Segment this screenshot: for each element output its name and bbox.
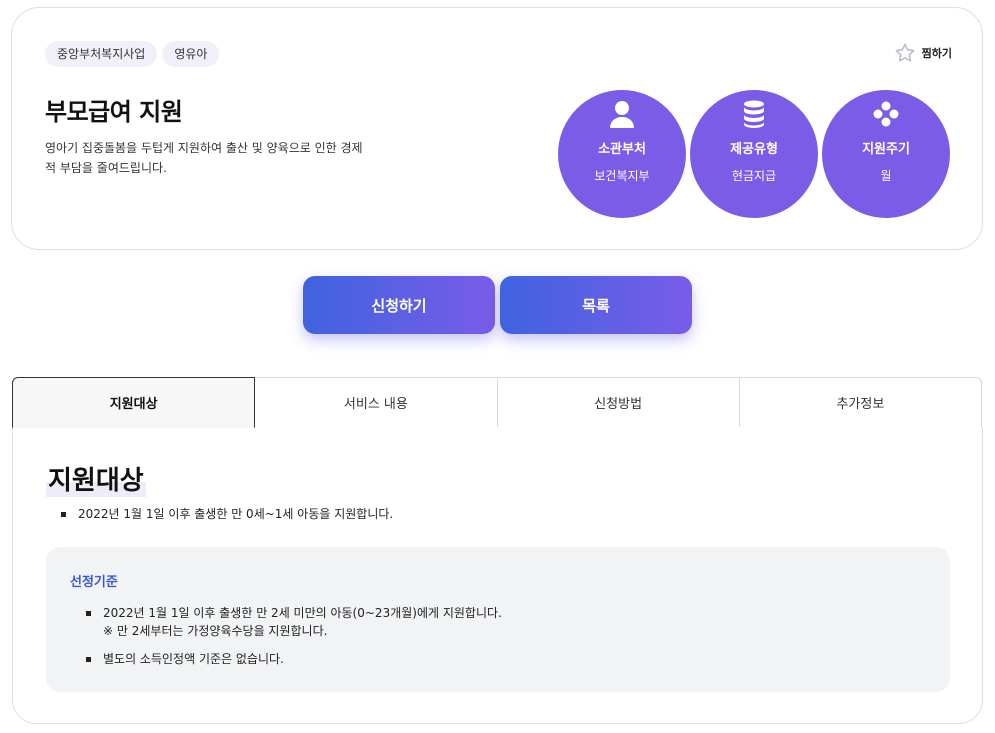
page-title: 부모급여 지원 [45, 98, 183, 126]
support-type-label: 제공유형 [730, 142, 778, 157]
section-title: 지원대상 [46, 460, 146, 497]
apply-button[interactable]: 신청하기 [303, 276, 495, 334]
info-circles: 소관부처 보건복지부 제공유형 현금지급 지원주기 월 [558, 90, 950, 218]
detail-tabs: 지원대상 서비스 내용 신청방법 추가정보 [12, 377, 982, 428]
list-button[interactable]: 목록 [500, 276, 692, 334]
action-buttons: 신청하기 목록 [303, 276, 692, 334]
ministry-value: 보건복지부 [594, 169, 650, 183]
person-icon [608, 100, 636, 128]
program-summary-card: 중앙부처복지사업 영유아 찜하기 부모급여 지원 영아기 집중돌봄을 두텁게 지… [11, 7, 983, 250]
criteria-title: 선정기준 [70, 575, 118, 590]
dots-cross-icon [872, 100, 900, 128]
ministry-info: 소관부처 보건복지부 [558, 90, 686, 218]
tag-list: 중앙부처복지사업 영유아 [45, 41, 220, 67]
criteria-item-note: ※ 만 2세부터는 가정양육수당을 지원합니다. [103, 624, 328, 638]
eligibility-item: 2022년 1월 1일 이후 출생한 만 0세~1세 아동을 지원합니다. [61, 505, 393, 523]
tab-additional-info[interactable]: 추가정보 [738, 377, 982, 428]
target-tag[interactable]: 영유아 [162, 41, 220, 67]
support-cycle-value: 월 [880, 169, 892, 183]
criteria-item: 별도의 소득인정액 기준은 없습니다. [86, 650, 284, 668]
support-type-value: 현금지급 [731, 169, 777, 183]
ministry-label: 소관부처 [598, 142, 646, 157]
criteria-item: 2022년 1월 1일 이후 출생한 만 2세 미만의 아동(0~23개월)에게… [86, 604, 502, 640]
criteria-box: 선정기준 2022년 1월 1일 이후 출생한 만 2세 미만의 아동(0~23… [46, 547, 950, 692]
criteria-item-text: 2022년 1월 1일 이후 출생한 만 2세 미만의 아동(0~23개월)에게… [103, 606, 502, 620]
support-cycle-info: 지원주기 월 [822, 90, 950, 218]
tab-service-content[interactable]: 서비스 내용 [254, 377, 498, 428]
favorite-label: 찜하기 [921, 47, 952, 60]
tab-application-method[interactable]: 신청방법 [496, 377, 740, 428]
support-cycle-label: 지원주기 [862, 142, 910, 157]
support-type-info: 제공유형 현금지급 [690, 90, 818, 218]
tab-eligibility[interactable]: 지원대상 [12, 377, 256, 428]
star-icon [895, 43, 915, 62]
program-description: 영아기 집중돌봄을 두텁게 지원하여 출산 및 양육으로 인한 경제적 부담을 … [45, 141, 363, 175]
favorite-button[interactable]: 찜하기 [894, 42, 952, 64]
coins-icon [740, 100, 768, 128]
category-tag[interactable]: 중앙부처복지사업 [45, 41, 158, 67]
tab-panel: 지원대상 2022년 1월 1일 이후 출생한 만 0세~1세 아동을 지원합니… [12, 427, 983, 724]
